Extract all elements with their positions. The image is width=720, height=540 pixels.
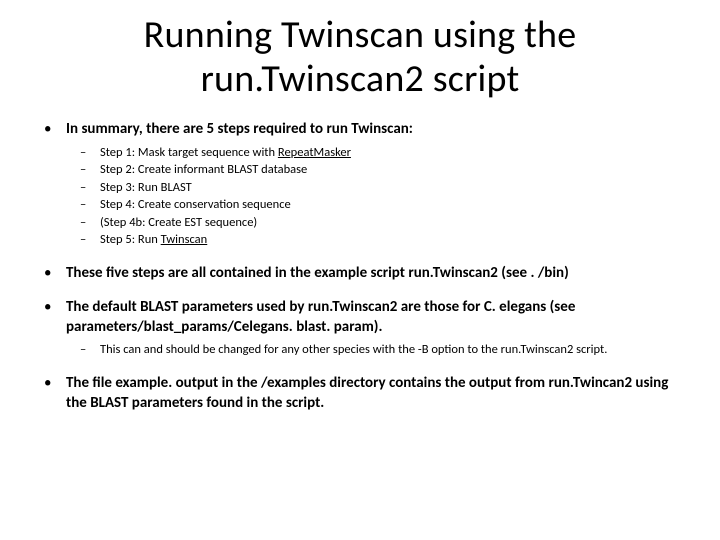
bullet-item: The file example. output in the /example… [38,373,682,414]
bullet-item: These five steps are all contained in th… [38,263,682,283]
bullet-text: In summary, there are 5 steps required t… [66,120,413,138]
sub-item: This can and should be changed for any o… [66,341,682,359]
sub-item: Step 4: Create conservation sequence [66,196,682,214]
sub-list: Step 1: Mask target sequence with Repeat… [66,144,682,249]
title-line-2: run.Twinscan2 script [201,56,520,102]
bullet-list: In summary, there are 5 steps required t… [38,119,682,413]
slide-title: Running Twinscan using the run.Twinscan2… [38,14,682,101]
slide: Running Twinscan using the run.Twinscan2… [0,0,720,540]
sub-list: This can and should be changed for any o… [66,341,682,359]
bullet-text: These five steps are all contained in th… [66,264,569,282]
bullet-item: The default BLAST parameters used by run… [38,297,682,359]
sub-item: Step 5: Run Twinscan [66,231,682,249]
title-line-1: Running Twinscan using the [144,12,577,58]
sub-item: (Step 4b: Create EST sequence) [66,214,682,232]
bullet-item: In summary, there are 5 steps required t… [38,119,682,248]
bullet-text: The default BLAST parameters used by run… [66,298,575,336]
sub-item: Step 1: Mask target sequence with Repeat… [66,144,682,162]
bullet-text: The file example. output in the /example… [66,374,668,412]
sub-item: Step 2: Create informant BLAST database [66,161,682,179]
sub-item: Step 3: Run BLAST [66,179,682,197]
